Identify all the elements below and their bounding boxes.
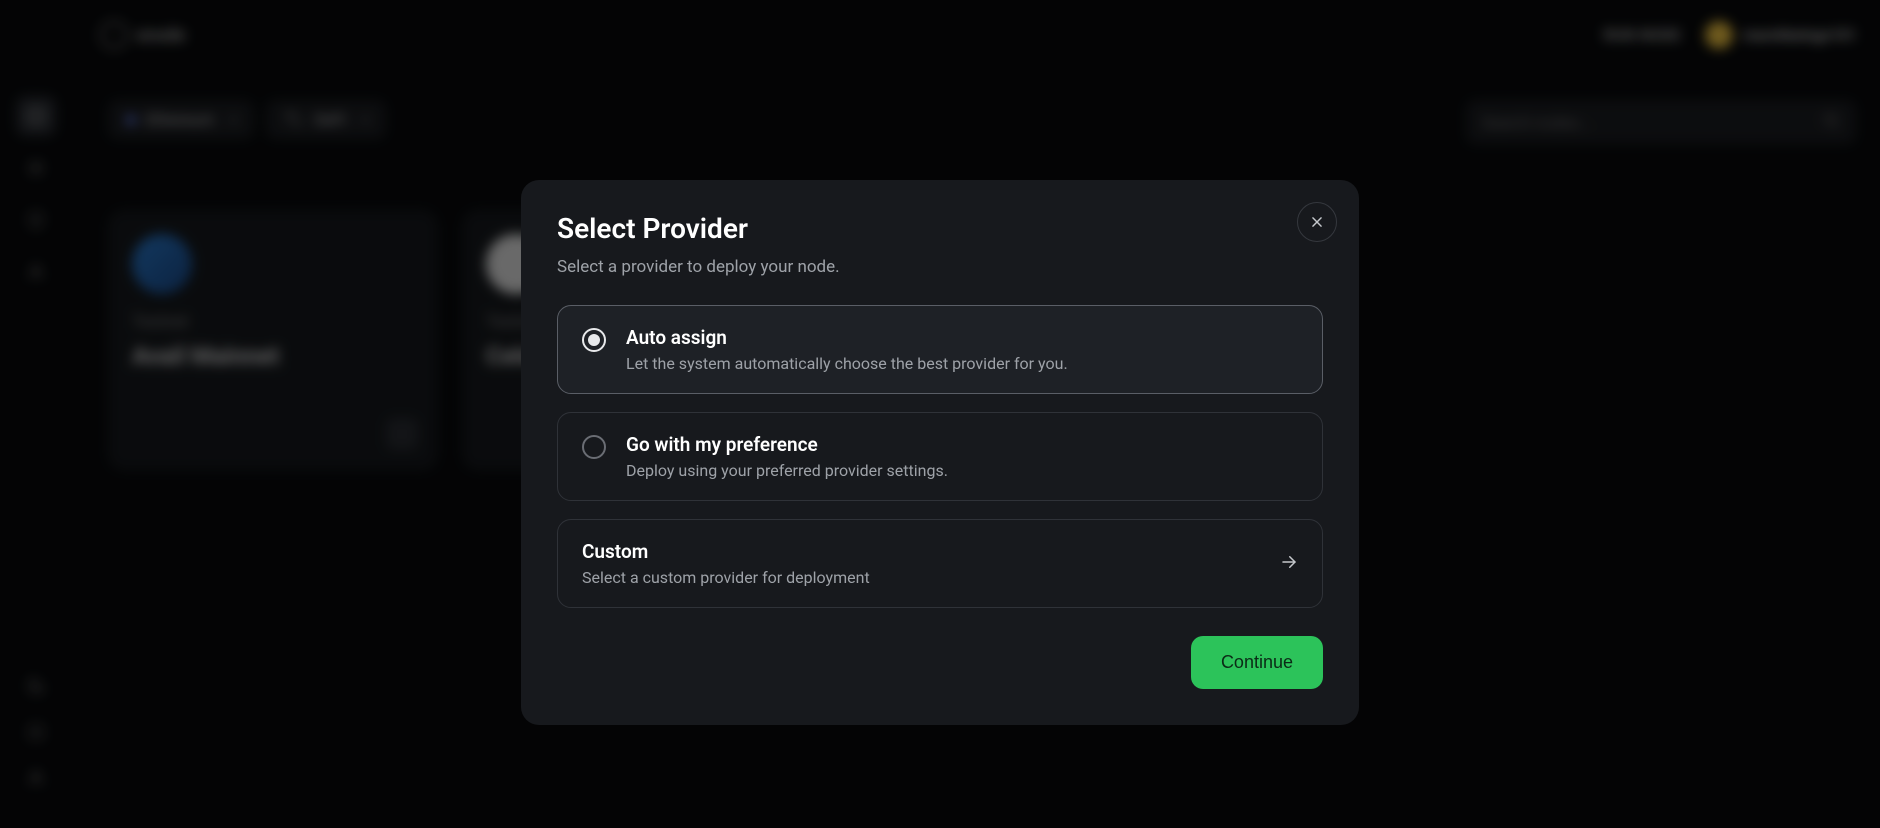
modal-overlay[interactable]: Select Provider Select a provider to dep… bbox=[0, 0, 1880, 828]
modal-subtitle: Select a provider to deploy your node. bbox=[557, 257, 1323, 277]
close-button[interactable] bbox=[1297, 202, 1337, 242]
option-title: Go with my preference bbox=[626, 433, 1298, 456]
option-title: Custom bbox=[582, 540, 1260, 563]
option-auto-assign[interactable]: Auto assign Let the system automatically… bbox=[557, 305, 1323, 394]
radio-icon bbox=[582, 435, 606, 459]
modal-title: Select Provider bbox=[557, 212, 1323, 245]
close-icon bbox=[1310, 215, 1324, 229]
option-desc: Select a custom provider for deployment bbox=[582, 568, 1260, 587]
radio-icon bbox=[582, 328, 606, 352]
option-title: Auto assign bbox=[626, 326, 1298, 349]
select-provider-modal: Select Provider Select a provider to dep… bbox=[521, 180, 1359, 725]
arrow-right-icon bbox=[1280, 553, 1298, 575]
option-custom[interactable]: Custom Select a custom provider for depl… bbox=[557, 519, 1323, 608]
option-desc: Deploy using your preferred provider set… bbox=[626, 461, 1298, 480]
option-desc: Let the system automatically choose the … bbox=[626, 354, 1298, 373]
option-preference[interactable]: Go with my preference Deploy using your … bbox=[557, 412, 1323, 501]
continue-button[interactable]: Continue bbox=[1191, 636, 1323, 689]
